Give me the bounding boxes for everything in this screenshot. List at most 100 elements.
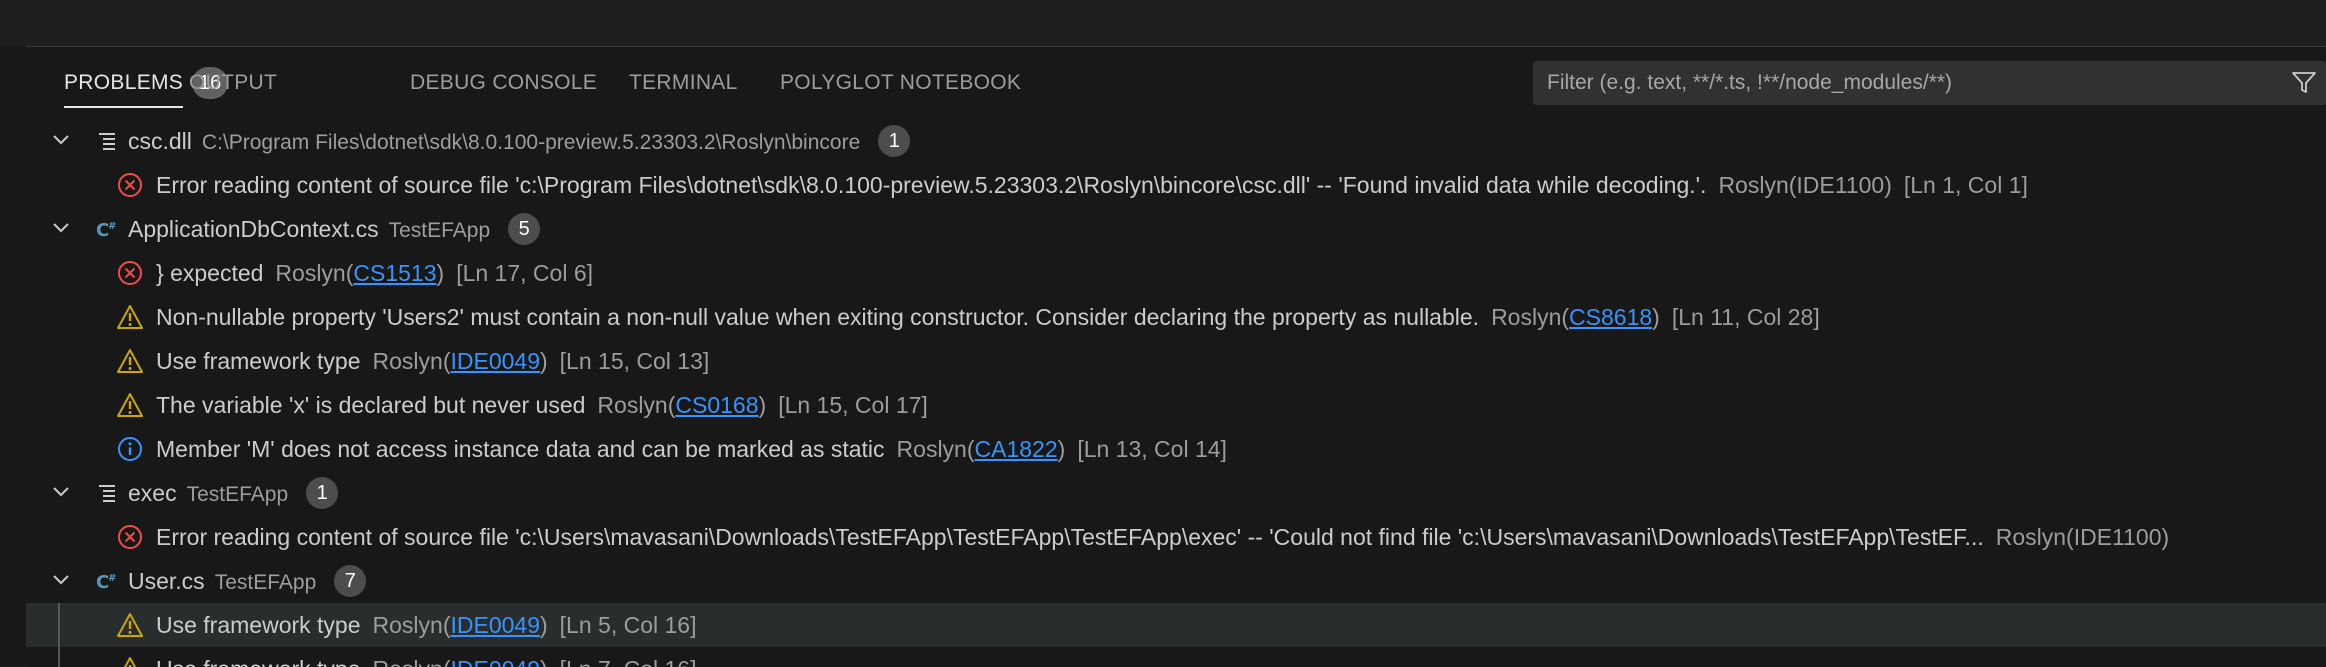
tab-problems-label: PROBLEMS [64,71,184,94]
diagnostic-code-link[interactable]: IDE0049 [450,656,540,667]
problem-count-badge: 5 [508,212,541,245]
source-prefix: Roslyn( [1491,304,1570,330]
source-suffix: ) [540,656,548,667]
problem-location: [Ln 11, Col 28] [1671,304,1820,330]
problem-message: Error reading content of source file 'c:… [156,515,2169,559]
problem-location: [Ln 1, Col 1] [1903,172,2028,198]
problem-source: Roslyn(IDE0049) [373,612,548,638]
problem-row[interactable]: } expected Roslyn(CS1513) [Ln 17, Col 6] [26,251,2326,295]
warning-icon [117,305,143,329]
text-file-icon [99,133,115,150]
problem-row[interactable]: Error reading content of source file 'c:… [26,163,2326,207]
message-text: Non-nullable property 'Users2' must cont… [156,304,1480,330]
problem-message: Error reading content of source file 'c:… [156,163,2028,207]
warning-icon [117,393,143,417]
file-path: TestEFApp [186,483,289,506]
problem-source: Roslyn(CS1513) [275,260,444,286]
indent-guide [58,647,60,667]
problem-row[interactable]: The variable 'x' is declared but never u… [26,383,2326,427]
file-group-row[interactable]: csc.dll C:\Program Files\dotnet\sdk\8.0.1… [26,119,2326,163]
problem-source: Roslyn(IDE0049) [373,656,548,667]
file-name: exec TestEFApp 1 [128,471,339,517]
source-prefix: Roslyn( [372,612,451,638]
message-text: Use framework type [156,612,361,638]
tab-polyglot-notebook-label: POLYGLOT NOTEBOOK [780,71,1022,94]
tab-output[interactable]: OUTPUT [189,47,277,119]
chevron-down-icon[interactable] [52,573,70,587]
source-suffix: ) [436,260,445,286]
problem-location: [Ln 7, Col 16] [560,656,697,667]
problem-source: Roslyn(CS0168) [597,392,766,418]
message-text: } expected [156,260,264,286]
file-name-text: exec [128,480,177,506]
problem-location: [Ln 15, Col 17] [778,392,928,418]
tab-terminal-label: TERMINAL [629,71,738,94]
tab-output-label: OUTPUT [189,71,278,94]
tab-debug-console[interactable]: DEBUG CONSOLE [410,47,597,119]
text-file-icon [99,485,115,502]
source-suffix: ) [540,348,548,374]
problem-message: The variable 'x' is declared but never u… [156,383,928,427]
problem-location: [Ln 5, Col 16] [559,612,697,638]
problem-row[interactable]: Use framework type Roslyn(IDE0049) [Ln 15,… [26,339,2326,383]
source-prefix: Roslyn( [373,656,451,667]
tab-debug-console-label: DEBUG CONSOLE [410,71,598,94]
problem-message: } expected Roslyn(CS1513) [Ln 17, Col 6] [156,251,593,295]
warning-icon [117,349,143,373]
source-prefix: Roslyn( [896,436,975,462]
tab-polyglot-notebook[interactable]: POLYGLOT NOTEBOOK [780,47,1021,119]
diagnostic-code-link[interactable]: IDE0049 [450,348,540,374]
csharp-icon: C# [96,220,116,241]
chevron-down-icon[interactable] [52,485,70,499]
problems-filter [1533,61,2326,105]
file-name-text: ApplicationDbContext.cs [128,216,379,242]
file-group-row[interactable]: C # ApplicationDbContext.cs TestEFApp 5 [26,207,2326,251]
file-name-text: csc.dll [128,128,192,154]
message-text: Error reading content of source file 'c:… [156,172,1707,198]
source-suffix: ) [540,612,548,638]
problem-row[interactable]: Non-nullable property 'Users2' must cont… [26,295,2326,339]
problem-count-badge: 7 [334,564,367,597]
problem-row[interactable]: Use framework type Roslyn(IDE0049) [Ln 7, … [26,647,2326,667]
source-prefix: Roslyn( [275,260,354,286]
message-text: Member 'M' does not access instance data… [156,436,885,462]
diagnostic-code-link[interactable]: CS1513 [353,260,436,286]
problem-message: Non-nullable property 'Users2' must cont… [156,295,1820,339]
problem-message: Member 'M' does not access instance data… [156,427,1227,471]
problem-message: Use framework type Roslyn(IDE0049) [Ln 5, … [156,603,696,647]
tab-problems[interactable]: PROBLEMS [64,47,184,119]
diagnostic-code-link[interactable]: IDE0049 [450,612,540,638]
panel-tab-bar: PROBLEMS 16 OUTPUT DEBUG CONSOLE TERMINA… [26,47,2326,119]
chevron-down-icon[interactable] [52,221,70,235]
file-name-text: User.cs [128,568,205,594]
indent-guide [58,603,60,647]
filter-icon[interactable] [2291,71,2317,95]
source-prefix: Roslyn( [597,392,676,418]
problem-count-badge: 1 [306,476,339,509]
file-group-row[interactable]: C # User.cs TestEFApp 7 [26,559,2326,603]
problem-row-selected[interactable]: Use framework type Roslyn(IDE0049) [Ln 5, … [26,603,2326,647]
diagnostic-code-link[interactable]: CS8618 [1569,304,1652,330]
problem-row[interactable]: Error reading content of source file 'c:… [26,515,2326,559]
file-group-row[interactable]: exec TestEFApp 1 [26,471,2326,515]
file-path: C:\Program Files\dotnet\sdk\8.0.100-prev… [201,131,861,154]
warning-icon [117,613,143,637]
error-icon [118,173,142,197]
diagnostic-code-link[interactable]: CA1822 [975,436,1058,462]
file-name: csc.dll C:\Program Files\dotnet\sdk\8.0.1… [128,119,911,165]
source-suffix: ) [1057,436,1066,462]
svg-text:#: # [108,221,116,232]
problem-source: Roslyn(CA1822) [897,436,1066,462]
problem-row[interactable]: Member 'M' does not access instance data… [26,427,2326,471]
info-icon [118,437,142,461]
activity-gutter [0,46,26,666]
problem-count-badge: 1 [878,124,911,157]
tab-terminal[interactable]: TERMINAL [629,47,738,119]
diagnostic-code-link[interactable]: CS0168 [675,392,758,418]
message-text: Use framework type [156,348,361,374]
chevron-down-icon[interactable] [52,133,70,147]
source-suffix: ) [1652,304,1660,330]
problem-source: Roslyn(IDE1100) [1995,524,2170,550]
filter-input[interactable] [1533,61,2273,105]
problem-message: Use framework type Roslyn(IDE0049) [Ln 15,… [156,339,709,383]
